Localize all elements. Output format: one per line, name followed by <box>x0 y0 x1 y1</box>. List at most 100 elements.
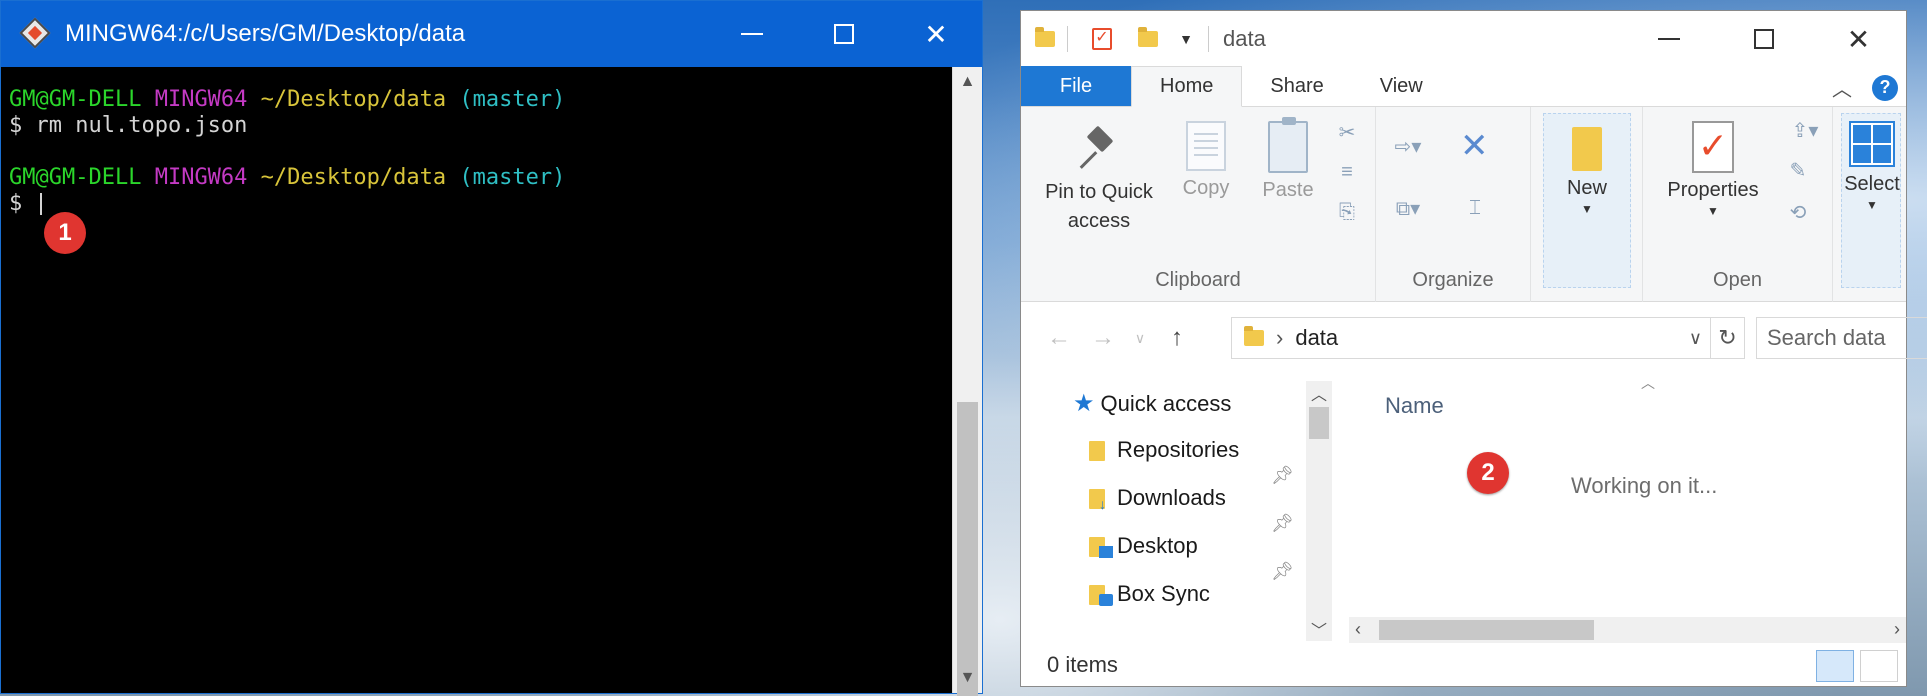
scroll-up-icon[interactable]: ︿ <box>1306 381 1332 405</box>
recent-locations-icon[interactable]: ∨ <box>1125 330 1155 347</box>
select-label: Select <box>1844 173 1900 195</box>
tab-view[interactable]: View <box>1352 66 1451 106</box>
terminal-output[interactable]: GM@GM-DELL MINGW64 ~/Desktop/data (maste… <box>1 67 952 693</box>
minimize-button[interactable] <box>706 1 798 67</box>
column-header-name[interactable]: Name <box>1385 393 1444 419</box>
collapse-ribbon-icon[interactable]: ︿ <box>1832 73 1852 102</box>
callout-badge-2: 2 <box>1467 452 1509 494</box>
select-button[interactable]: Select ▼ <box>1837 121 1907 212</box>
pin-label: Pin to Quick <box>1045 181 1153 203</box>
ribbon-home: Pin to Quick access Copy Paste ✂ ≡ ⎘ Cli… <box>1021 107 1906 302</box>
delete-icon[interactable]: ✕ <box>1460 129 1489 163</box>
large-icons-view-icon[interactable] <box>1860 650 1898 682</box>
new-folder-quick-icon[interactable] <box>1136 27 1160 51</box>
minimize-icon <box>741 33 763 35</box>
close-button[interactable]: ✕ <box>1811 11 1906 67</box>
ribbon-tabs: File Home Share View ︿ ? <box>1021 66 1906 107</box>
up-icon[interactable]: ↑ <box>1155 324 1199 352</box>
select-icon <box>1849 121 1895 167</box>
explorer-titlebar[interactable]: ✓ ▼ data ✕ <box>1021 11 1906 67</box>
properties-label: Properties <box>1667 179 1759 201</box>
copy-icon <box>1186 121 1226 171</box>
file-explorer-window[interactable]: ✓ ▼ data ✕ File Home Share View ︿ ? Pin … <box>1020 10 1927 687</box>
prompt-branch: (master) <box>459 87 566 112</box>
copy-path-icon[interactable]: ≡ <box>1334 159 1360 185</box>
refresh-button[interactable]: ↻ <box>1711 317 1745 359</box>
horizontal-scrollbar[interactable]: ‹ › <box>1349 617 1906 643</box>
active-prompt-line[interactable]: $ <box>9 191 952 217</box>
forward-icon[interactable]: → <box>1081 324 1125 352</box>
prompt-path: ~/Desktop/data <box>260 87 447 112</box>
close-icon: ✕ <box>924 18 948 50</box>
prompt-shell: MINGW64 <box>154 87 248 112</box>
pin-icon[interactable]: 📌︎ <box>1271 513 1294 534</box>
dropdown-icon: ▼ <box>1866 198 1878 212</box>
history-icon[interactable]: ⟲ <box>1785 199 1811 225</box>
paste-shortcut-icon[interactable]: ⎘ <box>1334 199 1360 225</box>
scroll-up-icon[interactable]: ▲ <box>953 67 982 97</box>
cut-icon[interactable]: ✂ <box>1334 119 1360 145</box>
scroll-thumb[interactable] <box>957 402 978 696</box>
minimize-button[interactable] <box>1621 11 1716 67</box>
maximize-button[interactable] <box>798 1 890 67</box>
paste-label: Paste <box>1262 179 1314 201</box>
tab-file[interactable]: File <box>1021 66 1131 106</box>
scroll-right-icon[interactable]: › <box>1894 619 1900 640</box>
terminal-title: MINGW64:/c/Users/GM/Desktop/data <box>65 20 466 47</box>
paste-button[interactable]: Paste <box>1253 117 1323 202</box>
prompt-user: GM@GM-DELL <box>9 87 142 112</box>
address-dropdown-icon[interactable]: ∨ <box>1689 328 1702 349</box>
maximize-icon <box>834 24 854 44</box>
customize-toolbar-icon[interactable]: ▼ <box>1174 27 1198 51</box>
nav-scrollbar[interactable]: ︿ ﹀ <box>1306 381 1332 641</box>
nav-label: Desktop <box>1117 533 1198 558</box>
breadcrumb-data[interactable]: data <box>1295 325 1338 351</box>
loading-message: Working on it... <box>1571 473 1718 498</box>
scroll-thumb[interactable] <box>1309 407 1329 439</box>
nav-item-downloads[interactable]: ↓ Downloads <box>1089 485 1226 511</box>
address-bar[interactable]: › data ∨ <box>1231 317 1711 359</box>
copy-button[interactable]: Copy <box>1171 121 1241 200</box>
copy-to-icon[interactable]: ⧉▾ <box>1388 195 1428 221</box>
tab-home[interactable]: Home <box>1131 66 1243 107</box>
help-icon[interactable]: ? <box>1872 74 1898 101</box>
nav-item-desktop[interactable]: Desktop <box>1089 533 1198 559</box>
rename-icon[interactable]: ⌶ <box>1460 195 1490 221</box>
prompt-line: GM@GM-DELL MINGW64 ~/Desktop/data (maste… <box>9 87 952 113</box>
back-icon[interactable]: ← <box>1037 324 1081 352</box>
pin-to-quick-access-button[interactable]: Pin to Quick access <box>1029 125 1169 233</box>
maximize-icon <box>1753 29 1774 49</box>
nav-item-quick-access[interactable]: ★ Quick access <box>1073 389 1231 418</box>
prompt-shell: MINGW64 <box>154 165 248 190</box>
search-input[interactable]: Search data ⌕ <box>1756 317 1927 359</box>
details-view-icon[interactable] <box>1816 650 1854 682</box>
maximize-button[interactable] <box>1716 11 1811 67</box>
move-to-icon[interactable]: ⇨▾ <box>1388 133 1428 159</box>
terminal-scrollbar[interactable]: ▲ ▼ <box>952 67 982 696</box>
prompt-path: ~/Desktop/data <box>260 165 447 190</box>
terminal-titlebar[interactable]: MINGW64:/c/Users/GM/Desktop/data ✕ <box>1 1 982 67</box>
scroll-down-icon[interactable]: ﹀ <box>1306 617 1332 641</box>
edit-icon[interactable]: ✎ <box>1785 157 1811 183</box>
scroll-left-icon[interactable]: ‹ <box>1355 619 1361 640</box>
scroll-down-icon[interactable]: ▼ <box>953 663 982 693</box>
new-button[interactable]: New ▼ <box>1549 127 1625 216</box>
pin-icon[interactable]: 📌︎ <box>1271 465 1294 486</box>
scroll-thumb[interactable] <box>1379 620 1594 640</box>
properties-quick-icon[interactable]: ✓ <box>1090 27 1114 51</box>
open-icon[interactable]: ⇪▾ <box>1785 117 1825 143</box>
search-placeholder: Search data <box>1767 325 1886 350</box>
pin-icon[interactable]: 📌︎ <box>1271 561 1294 582</box>
close-button[interactable]: ✕ <box>890 1 982 67</box>
properties-button[interactable]: ✓ Properties ▼ <box>1653 121 1773 218</box>
status-bar: 0 items <box>1021 644 1906 686</box>
downloads-folder-icon: ↓ <box>1089 486 1109 511</box>
folder-icon <box>1033 27 1057 51</box>
item-count: 0 items <box>1047 652 1118 677</box>
file-list-pane[interactable]: ︿ Name Working on it... ‹ › <box>1341 375 1906 643</box>
tab-share[interactable]: Share <box>1242 66 1351 106</box>
box-sync-folder-icon <box>1089 582 1113 606</box>
terminal-window[interactable]: MINGW64:/c/Users/GM/Desktop/data ✕ GM@GM… <box>0 0 983 696</box>
nav-item-box-sync[interactable]: Box Sync <box>1089 581 1210 607</box>
nav-item-repositories[interactable]: Repositories <box>1089 437 1239 463</box>
